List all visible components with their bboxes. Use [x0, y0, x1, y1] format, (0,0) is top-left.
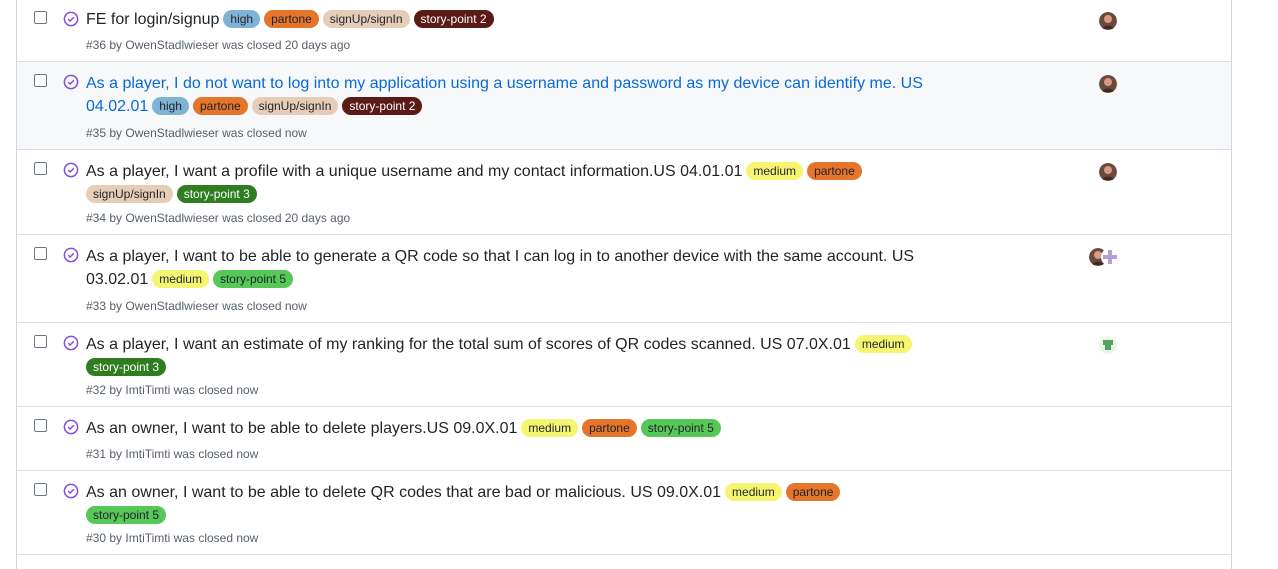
by-text: by: [109, 126, 123, 140]
issue-number: #30: [86, 531, 107, 545]
label-medium[interactable]: medium: [521, 419, 579, 437]
label-story-point-5[interactable]: story-point 5: [212, 270, 293, 288]
label-signup-signin[interactable]: signUp/signIn: [251, 97, 339, 115]
issue-meta: #36 by OwenStadlwieser was closed 20 day…: [86, 37, 350, 53]
assignee-avatar-2[interactable]: [1101, 248, 1119, 266]
label-medium[interactable]: medium: [746, 162, 804, 180]
issue-meta: #32 by ImtiTimti was closed now: [86, 382, 258, 398]
closed-completed-icon: [63, 11, 79, 27]
label-high[interactable]: high: [223, 10, 261, 28]
issue-row: FE for login/signup high partone signUp/sig…: [17, 0, 1231, 62]
label-high[interactable]: high: [152, 97, 189, 115]
label-medium[interactable]: medium: [152, 270, 209, 288]
author-link[interactable]: ImtiTimti: [125, 383, 170, 397]
by-text: by: [109, 211, 123, 225]
issue-meta: #31 by ImtiTimti was closed now: [86, 446, 258, 462]
assignee-avatar[interactable]: [1099, 75, 1117, 93]
issue-title[interactable]: As a player, I want an estimate of my ra…: [86, 336, 851, 353]
closed-status: was closed now: [173, 383, 259, 397]
issue-title[interactable]: FE for login/signup: [86, 11, 219, 28]
issue-title[interactable]: As an owner, I want to be able to delete…: [86, 484, 721, 501]
issue-row: As an owner, I want to be able to delete…: [17, 407, 1231, 471]
select-checkbox[interactable]: [34, 247, 47, 260]
closed-completed-icon: [63, 335, 79, 351]
label-medium[interactable]: medium: [725, 483, 782, 501]
closed-status: was closed now: [173, 447, 259, 461]
closed-completed-icon: [63, 483, 79, 499]
issue-row: As a player, I do not want to log into m…: [17, 62, 1231, 150]
closed-status: was closed now: [222, 299, 307, 313]
select-checkbox[interactable]: [34, 419, 47, 432]
select-checkbox[interactable]: [34, 11, 47, 24]
label-partone[interactable]: partone: [264, 10, 319, 28]
author-link[interactable]: ImtiTimti: [125, 447, 170, 461]
closed-status: was closed 20 days ago: [222, 211, 351, 225]
issue-row: As a player, I want a profile with a uni…: [17, 150, 1231, 235]
issue-number: #33: [86, 299, 107, 313]
author-link[interactable]: OwenStadlwieser: [125, 211, 218, 225]
issue-meta: #35 by OwenStadlwieser was closed now: [86, 125, 307, 141]
label-medium[interactable]: medium: [854, 335, 912, 353]
author-link[interactable]: ImtiTimti: [125, 531, 170, 545]
select-checkbox[interactable]: [34, 335, 47, 348]
select-checkbox[interactable]: [34, 483, 47, 496]
closed-status: was closed now: [173, 531, 259, 545]
label-partone[interactable]: partone: [582, 419, 637, 437]
issue-number: #34: [86, 211, 107, 225]
label-signup-signin[interactable]: signUp/signIn: [322, 10, 410, 28]
issue-meta: #30 by ImtiTimti was closed now: [86, 530, 258, 546]
author-link[interactable]: OwenStadlwieser: [125, 38, 218, 52]
issue-title[interactable]: As a player, I want to be able to genera…: [86, 248, 914, 288]
closed-completed-icon: [63, 74, 79, 90]
issue-title-line: FE for login/signup high partone signUp/sig…: [86, 8, 946, 31]
label-story-point-2[interactable]: story-point 2: [342, 97, 423, 115]
issue-title[interactable]: As an owner, I want to be able to delete…: [86, 420, 517, 437]
assignee-avatar[interactable]: [1099, 163, 1117, 181]
assignee-avatar[interactable]: [1099, 12, 1117, 30]
by-text: by: [109, 383, 123, 397]
closed-completed-icon: [63, 247, 79, 263]
issue-number: #32: [86, 383, 107, 397]
issue-row: As a player, I want an estimate of my ra…: [17, 323, 1231, 407]
issue-row: As a player, I want to be able to genera…: [17, 235, 1231, 323]
issue-number: #31: [86, 447, 107, 461]
by-text: by: [109, 447, 123, 461]
issue-title-line: As an owner, I want to be able to delete…: [86, 481, 946, 527]
issue-row: As an owner, I want to be able to delete…: [17, 471, 1231, 555]
issue-title-line: As a player, I do not want to log into m…: [86, 72, 946, 118]
assignee-avatar[interactable]: [1099, 336, 1117, 354]
label-partone[interactable]: partone: [807, 162, 862, 180]
author-link[interactable]: OwenStadlwieser: [125, 126, 218, 140]
closed-status: was closed now: [222, 126, 307, 140]
issue-number: #35: [86, 126, 107, 140]
closed-status: was closed 20 days ago: [222, 38, 351, 52]
issue-meta: #33 by OwenStadlwieser was closed now: [86, 298, 307, 314]
issue-meta: #34 by OwenStadlwieser was closed 20 day…: [86, 210, 350, 226]
author-link[interactable]: OwenStadlwieser: [125, 299, 218, 313]
issue-title-line: As a player, I want a profile with a uni…: [86, 160, 906, 206]
issue-list: FE for login/signup high partone signUp/sig…: [16, 0, 1232, 569]
label-story-point-2[interactable]: story-point 2: [413, 10, 494, 28]
issue-title-line: As a player, I want an estimate of my ra…: [86, 333, 946, 379]
issue-number: #36: [86, 38, 107, 52]
select-checkbox[interactable]: [34, 74, 47, 87]
label-partone[interactable]: partone: [785, 483, 841, 501]
by-text: by: [109, 299, 123, 313]
closed-completed-icon: [63, 162, 79, 178]
label-story-point-5[interactable]: story-point 5: [640, 419, 721, 437]
closed-completed-icon: [63, 419, 79, 435]
by-text: by: [109, 531, 123, 545]
label-story-point-3[interactable]: story-point 3: [86, 358, 167, 376]
issue-title-line: As a player, I want to be able to genera…: [86, 245, 946, 291]
label-story-point-5[interactable]: story-point 5: [86, 506, 167, 524]
by-text: by: [109, 38, 123, 52]
label-partone[interactable]: partone: [192, 97, 248, 115]
issue-title[interactable]: As a player, I want a profile with a uni…: [86, 163, 742, 180]
label-story-point-3[interactable]: story-point 3: [176, 185, 257, 203]
label-signup-signin[interactable]: signUp/signIn: [86, 185, 173, 203]
issue-title-line: As an owner, I want to be able to delete…: [86, 417, 946, 440]
select-checkbox[interactable]: [34, 162, 47, 175]
